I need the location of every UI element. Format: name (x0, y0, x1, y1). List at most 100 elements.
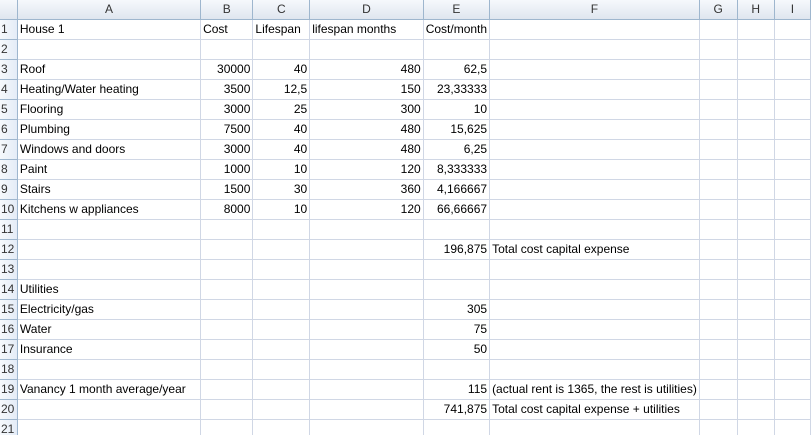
cell-e[interactable]: 66,66667 (423, 199, 491, 220)
cell-h[interactable] (737, 299, 775, 320)
cell-c[interactable] (252, 399, 311, 420)
row-header[interactable]: 18 (0, 359, 18, 380)
cell-f[interactable] (489, 259, 700, 280)
cell-d[interactable] (309, 239, 424, 260)
cell-f[interactable] (489, 179, 700, 200)
cell-g[interactable] (699, 99, 738, 120)
cell-e[interactable]: 196,875 (423, 239, 491, 260)
cell-f[interactable]: Total cost capital expense + utilities (489, 399, 700, 420)
cell-c[interactable]: 30 (252, 179, 311, 200)
row-header[interactable]: 3 (0, 59, 18, 80)
row-header[interactable]: 4 (0, 79, 18, 100)
cell-h[interactable] (737, 79, 775, 100)
cell-d[interactable]: lifespan months (309, 19, 424, 40)
cell-a[interactable] (17, 399, 202, 420)
cell-b[interactable]: 8000 (200, 199, 254, 220)
cell-h[interactable] (737, 199, 775, 220)
cell-g[interactable] (699, 279, 738, 300)
cell-b[interactable] (200, 259, 254, 280)
cell-e[interactable]: 10 (423, 99, 491, 120)
cell-i[interactable] (774, 339, 811, 360)
cell-h[interactable] (737, 179, 775, 200)
cell-h[interactable] (737, 279, 775, 300)
cell-d[interactable] (309, 379, 424, 400)
cell-f[interactable] (489, 19, 700, 40)
cell-e[interactable] (423, 219, 491, 240)
cell-e[interactable] (423, 359, 491, 380)
cell-b[interactable] (200, 379, 254, 400)
cell-f[interactable] (489, 319, 700, 340)
cell-c[interactable] (252, 239, 311, 260)
cell-h[interactable] (737, 359, 775, 380)
column-header-f[interactable]: F (489, 0, 700, 20)
cell-b[interactable] (200, 279, 254, 300)
cell-h[interactable] (737, 139, 775, 160)
cell-a[interactable]: Heating/Water heating (17, 79, 202, 100)
cell-f[interactable] (489, 79, 700, 100)
cell-c[interactable]: 10 (252, 199, 311, 220)
cell-c[interactable] (252, 259, 311, 280)
cell-c[interactable]: 12,5 (252, 79, 311, 100)
cell-g[interactable] (699, 359, 738, 380)
cell-a[interactable]: Electricity/gas (17, 299, 202, 320)
cell-i[interactable] (774, 379, 811, 400)
cell-c[interactable]: Lifespan (252, 19, 311, 40)
cell-c[interactable] (252, 279, 311, 300)
cell-f[interactable] (489, 119, 700, 140)
cell-a[interactable]: Water (17, 319, 202, 340)
row-header[interactable]: 19 (0, 379, 18, 400)
column-header-b[interactable]: B (200, 0, 254, 20)
row-header[interactable]: 13 (0, 259, 18, 280)
cell-c[interactable]: 40 (252, 59, 311, 80)
cell-e[interactable]: 50 (423, 339, 491, 360)
row-header[interactable]: 1 (0, 19, 18, 40)
cell-b[interactable]: 3500 (200, 79, 254, 100)
cell-f[interactable] (489, 59, 700, 80)
row-header[interactable]: 5 (0, 99, 18, 120)
cell-h[interactable] (737, 419, 775, 435)
cell-e[interactable]: Cost/month (423, 19, 491, 40)
cell-a[interactable]: Vanancy 1 month average/year (17, 379, 202, 400)
cell-c[interactable] (252, 379, 311, 400)
cell-i[interactable] (774, 419, 811, 435)
cell-a[interactable]: Insurance (17, 339, 202, 360)
cell-f[interactable]: (actual rent is 1365, the rest is utilit… (489, 379, 700, 400)
cell-d[interactable] (309, 259, 424, 280)
cell-d[interactable]: 480 (309, 119, 424, 140)
cell-e[interactable]: 8,333333 (423, 159, 491, 180)
cell-d[interactable] (309, 419, 424, 435)
cell-f[interactable] (489, 39, 700, 60)
cell-g[interactable] (699, 379, 738, 400)
cell-i[interactable] (774, 19, 811, 40)
cell-c[interactable] (252, 219, 311, 240)
cell-c[interactable]: 10 (252, 159, 311, 180)
cell-b[interactable]: 7500 (200, 119, 254, 140)
cell-g[interactable] (699, 199, 738, 220)
cell-g[interactable] (699, 339, 738, 360)
cell-i[interactable] (774, 239, 811, 260)
cell-d[interactable]: 120 (309, 159, 424, 180)
cell-b[interactable]: 30000 (200, 59, 254, 80)
cell-i[interactable] (774, 179, 811, 200)
cell-h[interactable] (737, 99, 775, 120)
row-header[interactable]: 7 (0, 139, 18, 160)
cell-d[interactable]: 480 (309, 59, 424, 80)
cell-e[interactable]: 23,33333 (423, 79, 491, 100)
cell-b[interactable]: 3000 (200, 99, 254, 120)
cell-b[interactable] (200, 219, 254, 240)
cell-d[interactable] (309, 319, 424, 340)
cell-f[interactable] (489, 139, 700, 160)
cell-i[interactable] (774, 259, 811, 280)
cell-c[interactable]: 40 (252, 119, 311, 140)
cell-e[interactable]: 6,25 (423, 139, 491, 160)
cell-f[interactable] (489, 199, 700, 220)
cell-b[interactable]: 3000 (200, 139, 254, 160)
row-header[interactable]: 15 (0, 299, 18, 320)
cell-i[interactable] (774, 299, 811, 320)
cell-i[interactable] (774, 279, 811, 300)
cell-d[interactable] (309, 279, 424, 300)
cell-i[interactable] (774, 119, 811, 140)
cell-f[interactable] (489, 299, 700, 320)
cell-h[interactable] (737, 399, 775, 420)
cell-d[interactable] (309, 399, 424, 420)
